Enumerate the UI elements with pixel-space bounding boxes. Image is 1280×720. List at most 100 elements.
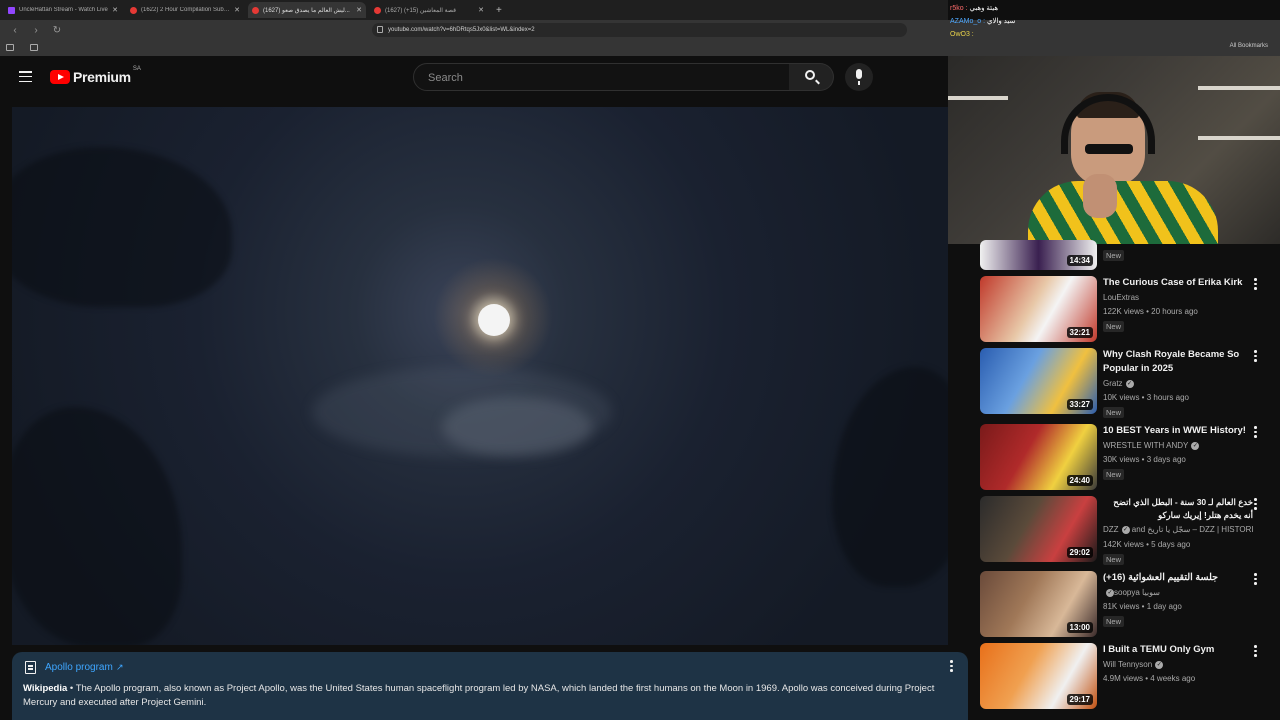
- duration-badge: 29:17: [1066, 694, 1093, 705]
- video-title[interactable]: جلسة التقييم العشوائية (16+): [1103, 571, 1253, 585]
- video-meta: 122K views • 20 hours ago: [1103, 307, 1198, 316]
- reload-icon[interactable]: ↻: [51, 25, 63, 36]
- video-title[interactable]: خدع العالم لـ 30 سنة - البطل الذي اتضح أ…: [1103, 496, 1253, 522]
- channel-label: LouExtras: [1103, 293, 1140, 302]
- tab-title: (1622) 2 Hour Compilation Subway: [141, 7, 232, 13]
- youtube-play-icon: [50, 70, 70, 84]
- close-icon[interactable]: ✕: [234, 6, 240, 14]
- video-meta: 10K views • 3 hours ago: [1103, 393, 1189, 402]
- folder-icon[interactable]: [30, 44, 38, 51]
- channel-name[interactable]: ✓soopya سوبيا: [1103, 588, 1160, 597]
- video-thumbnail[interactable]: 33:27: [980, 348, 1097, 414]
- browser-tab-active[interactable]: (1627) ليش العالم ما يصدق صعو... ✕: [248, 2, 366, 18]
- channel-name[interactable]: LouExtras: [1103, 293, 1139, 302]
- browser-tab[interactable]: UncleHattan Stream - Watch Live ✕: [4, 2, 122, 18]
- more-options-icon[interactable]: [1254, 278, 1257, 292]
- more-options-icon[interactable]: [1254, 350, 1257, 364]
- video-player[interactable]: [12, 107, 948, 645]
- channel-name[interactable]: DZZ✓ and سجّل يا تاريخ – DZZ | HISTORIA.…: [1103, 525, 1253, 534]
- close-icon[interactable]: ✕: [112, 6, 118, 14]
- search-input[interactable]: [426, 71, 770, 85]
- stream-chat: r5ko : هيئة وهبي AZAMo_o : سيد والاي OwO…: [950, 2, 1015, 41]
- new-tab-icon[interactable]: +: [496, 5, 502, 16]
- more-options-icon[interactable]: [1254, 426, 1257, 440]
- info-source: Wikipedia: [23, 683, 68, 694]
- menu-icon[interactable]: [19, 71, 32, 83]
- video-thumbnail[interactable]: 24:40: [980, 424, 1097, 490]
- more-options-icon[interactable]: [1254, 573, 1257, 587]
- palm-silhouette: [12, 147, 232, 307]
- recommendation-item[interactable]: 13:00 جلسة التقييم العشوائية (16+) ✓soop…: [980, 571, 1272, 637]
- search-box[interactable]: [413, 63, 790, 91]
- forward-icon[interactable]: ›: [30, 25, 42, 36]
- recommendation-item[interactable]: 32:21 The Curious Case of Erika Kirk Lou…: [980, 276, 1272, 342]
- info-panel: Apollo program ↗ Wikipedia • The Apollo …: [12, 652, 968, 720]
- close-icon[interactable]: ✕: [356, 6, 362, 14]
- shelf: [1198, 136, 1280, 140]
- voice-search-button[interactable]: [845, 63, 873, 91]
- video-thumbnail[interactable]: 32:21: [980, 276, 1097, 342]
- video-thumbnail[interactable]: 29:17: [980, 643, 1097, 709]
- more-options-icon[interactable]: [1254, 498, 1257, 512]
- video-title[interactable]: 10 BEST Years in WWE History!: [1103, 424, 1253, 438]
- channel-label: soopya: [1114, 588, 1140, 597]
- verified-icon: ✓: [1106, 588, 1114, 597]
- chat-message: r5ko : هيئة وهبي: [950, 2, 1015, 15]
- video-title[interactable]: I Built a TEMU Only Gym: [1103, 643, 1253, 657]
- search-icon: [805, 70, 815, 80]
- url-text: youtube.com/watch?v=6hDRtqs5Jx0&list=WL&…: [388, 27, 535, 33]
- duration-badge: 14:34: [1066, 255, 1093, 266]
- more-options-icon[interactable]: [950, 660, 953, 672]
- channel-name[interactable]: WRESTLE WITH ANDY ✓: [1103, 441, 1200, 450]
- streamer-shirt: [1028, 181, 1218, 244]
- video-title[interactable]: Why Clash Royale Became So Popular in 20…: [1103, 348, 1253, 376]
- chat-username: OwO3 :: [950, 31, 974, 38]
- site-info-icon[interactable]: [377, 26, 383, 33]
- video-meta: 30K views • 3 days ago: [1103, 455, 1186, 464]
- close-icon[interactable]: ✕: [478, 6, 484, 14]
- apps-icon[interactable]: [6, 44, 14, 51]
- cloud: [442, 397, 592, 457]
- chat-username: AZAMo_o :: [950, 18, 986, 25]
- external-link-icon[interactable]: ↗: [116, 662, 124, 673]
- channel-label: DZZ: [1103, 525, 1119, 534]
- duration-badge: 24:40: [1066, 475, 1093, 486]
- info-panel-title-link[interactable]: Apollo program: [45, 662, 113, 673]
- more-options-icon[interactable]: [1254, 645, 1257, 659]
- channel-name[interactable]: Will Tennyson ✓: [1103, 660, 1164, 669]
- tab-title: (1627) ليش العالم ما يصدق صعو...: [263, 7, 350, 14]
- new-badge: New: [1103, 554, 1125, 565]
- document-icon: [25, 661, 36, 674]
- chat-message: AZAMo_o : سيد والاي: [950, 15, 1015, 28]
- twitch-icon: [8, 6, 15, 14]
- back-icon[interactable]: ‹: [9, 25, 21, 36]
- all-bookmarks-button[interactable]: All Bookmarks: [1230, 43, 1268, 49]
- shelf: [948, 96, 1008, 100]
- video-meta: 4.9M views • 4 weeks ago: [1103, 674, 1196, 683]
- new-badge: New: [1103, 321, 1125, 332]
- shelf: [1198, 86, 1280, 90]
- video-thumbnail[interactable]: 14:34: [980, 240, 1097, 270]
- channel-name[interactable]: Gratz ✓: [1103, 379, 1134, 388]
- recommendation-item[interactable]: 29:02 خدع العالم لـ 30 سنة - البطل الذي …: [980, 496, 1272, 565]
- new-badge: New: [1103, 250, 1125, 261]
- browser-tab[interactable]: (1622) 2 Hour Compilation Subway ✕: [126, 2, 244, 18]
- browser-tab[interactable]: (1627) قصة المعاشين (15+) ✕: [370, 2, 488, 18]
- channel-label: Gratz: [1103, 379, 1123, 388]
- tab-title: (1627) قصة المعاشين (15+): [385, 7, 456, 14]
- recommendation-item[interactable]: 33:27 Why Clash Royale Became So Popular…: [980, 348, 1272, 418]
- youtube-premium-logo[interactable]: Premium SA: [50, 66, 141, 85]
- verified-icon: ✓: [1121, 525, 1130, 534]
- recommendation-item[interactable]: 14:34 New: [980, 240, 1272, 272]
- search-button[interactable]: [789, 63, 834, 91]
- video-thumbnail[interactable]: 13:00: [980, 571, 1097, 637]
- address-bar[interactable]: youtube.com/watch?v=6hDRtqs5Jx0&list=WL&…: [372, 23, 907, 37]
- recommendation-item[interactable]: 29:17 I Built a TEMU Only Gym Will Tenny…: [980, 643, 1272, 709]
- recommendation-item[interactable]: 24:40 10 BEST Years in WWE History! WRES…: [980, 424, 1272, 490]
- info-text: • The Apollo program, also known as Proj…: [23, 683, 935, 708]
- streamer-hand: [1083, 174, 1117, 218]
- video-thumbnail[interactable]: 29:02: [980, 496, 1097, 562]
- new-badge: New: [1103, 616, 1125, 627]
- video-title[interactable]: The Curious Case of Erika Kirk: [1103, 276, 1253, 290]
- youtube-icon: [130, 6, 137, 14]
